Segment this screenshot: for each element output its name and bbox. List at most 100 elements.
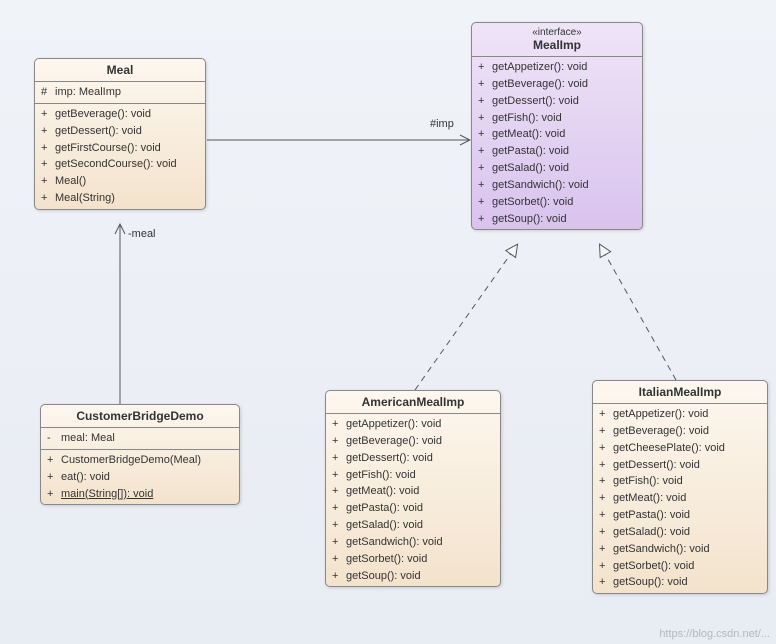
visibility: + <box>478 144 492 159</box>
signature: getBeverage(): void <box>55 107 199 122</box>
member-row: +getBeverage(): void <box>326 433 500 450</box>
visibility: - <box>47 431 61 446</box>
signature: getSandwich(): void <box>492 178 636 193</box>
member-row: +getFirstCourse(): void <box>35 140 205 157</box>
signature: getAppetizer(): void <box>492 60 636 75</box>
signature: getSandwich(): void <box>346 535 494 550</box>
signature: Meal(String) <box>55 191 199 206</box>
class-title: Meal <box>35 59 205 82</box>
visibility: + <box>332 569 346 584</box>
visibility: + <box>599 542 613 557</box>
member-row: +getDessert(): void <box>35 123 205 140</box>
signature: getPasta(): void <box>492 144 636 159</box>
class-americanmealimp: AmericanMealImp +getAppetizer(): void+ge… <box>325 390 501 587</box>
visibility: + <box>47 470 61 485</box>
member-row: +getSorbet(): void <box>472 194 642 211</box>
member-row: +getSoup(): void <box>326 568 500 585</box>
visibility: + <box>599 441 613 456</box>
attrs-section: #imp: MealImp <box>35 82 205 104</box>
stereotype-label: «interface» <box>478 27 636 38</box>
visibility: + <box>478 60 492 75</box>
visibility: + <box>478 94 492 109</box>
signature: getDessert(): void <box>55 124 199 139</box>
signature: getBeverage(): void <box>613 424 761 439</box>
signature: getSoup(): void <box>346 569 494 584</box>
member-row: +getMeat(): void <box>326 483 500 500</box>
visibility: + <box>332 451 346 466</box>
signature: getBeverage(): void <box>492 77 636 92</box>
member-row: +getSalad(): void <box>593 524 767 541</box>
signature: getSoup(): void <box>613 575 761 590</box>
visibility: + <box>478 111 492 126</box>
signature: getSalad(): void <box>613 525 761 540</box>
signature: getAppetizer(): void <box>346 417 494 432</box>
member-row: +getDessert(): void <box>326 450 500 467</box>
visibility: + <box>47 487 61 502</box>
member-row: +getAppetizer(): void <box>593 406 767 423</box>
visibility: + <box>599 474 613 489</box>
member-row: +getCheesePlate(): void <box>593 440 767 457</box>
visibility: + <box>478 178 492 193</box>
visibility: + <box>478 161 492 176</box>
realize-american-mealimp <box>415 245 517 390</box>
member-row: -meal: Meal <box>41 430 239 447</box>
visibility: + <box>599 525 613 540</box>
ops-section: +getAppetizer(): void+getBeverage(): voi… <box>326 414 500 586</box>
visibility: + <box>332 535 346 550</box>
member-row: +getSalad(): void <box>326 517 500 534</box>
ops-section: +CustomerBridgeDemo(Meal)+eat(): void+ma… <box>41 450 239 505</box>
member-row: +getBeverage(): void <box>35 106 205 123</box>
signature: getSorbet(): void <box>492 195 636 210</box>
signature: getMeat(): void <box>613 491 761 506</box>
signature: CustomerBridgeDemo(Meal) <box>61 453 233 468</box>
member-row: +getSandwich(): void <box>593 541 767 558</box>
member-row: +getMeat(): void <box>472 126 642 143</box>
signature: getDessert(): void <box>613 458 761 473</box>
visibility: + <box>478 77 492 92</box>
visibility: + <box>332 417 346 432</box>
class-title: «interface» MealImp <box>472 23 642 57</box>
signature: getMeat(): void <box>492 127 636 142</box>
visibility: + <box>599 458 613 473</box>
member-row: +getSorbet(): void <box>593 558 767 575</box>
visibility: + <box>332 518 346 533</box>
visibility: + <box>599 508 613 523</box>
signature: getBeverage(): void <box>346 434 494 449</box>
member-row: +getSorbet(): void <box>326 551 500 568</box>
assoc-label-imp: #imp <box>430 118 454 130</box>
member-row: +getBeverage(): void <box>472 76 642 93</box>
signature: eat(): void <box>61 470 233 485</box>
signature: getDessert(): void <box>346 451 494 466</box>
member-row: +getPasta(): void <box>326 500 500 517</box>
member-row: +CustomerBridgeDemo(Meal) <box>41 452 239 469</box>
member-row: +eat(): void <box>41 469 239 486</box>
visibility: + <box>332 434 346 449</box>
visibility: + <box>41 157 55 172</box>
class-title: ItalianMealImp <box>593 381 767 404</box>
ops-section: +getAppetizer(): void+getBeverage(): voi… <box>472 57 642 229</box>
member-row: +Meal(String) <box>35 190 205 207</box>
signature: getPasta(): void <box>346 501 494 516</box>
member-row: +getPasta(): void <box>472 143 642 160</box>
visibility: + <box>332 501 346 516</box>
visibility: + <box>41 141 55 156</box>
signature: getSorbet(): void <box>346 552 494 567</box>
signature: meal: Meal <box>61 431 233 446</box>
signature: main(String[]): void <box>61 487 233 502</box>
visibility: + <box>599 491 613 506</box>
visibility: + <box>478 127 492 142</box>
member-row: +getAppetizer(): void <box>472 59 642 76</box>
visibility: + <box>41 124 55 139</box>
signature: getSandwich(): void <box>613 542 761 557</box>
signature: getSalad(): void <box>492 161 636 176</box>
visibility: # <box>41 85 55 100</box>
class-title: CustomerBridgeDemo <box>41 405 239 428</box>
signature: getSoup(): void <box>492 212 636 227</box>
member-row: +getSandwich(): void <box>472 177 642 194</box>
attrs-section: -meal: Meal <box>41 428 239 450</box>
assoc-label-meal: -meal <box>128 228 156 240</box>
member-row: +getMeat(): void <box>593 490 767 507</box>
visibility: + <box>478 195 492 210</box>
visibility: + <box>599 407 613 422</box>
signature: getFish(): void <box>346 468 494 483</box>
